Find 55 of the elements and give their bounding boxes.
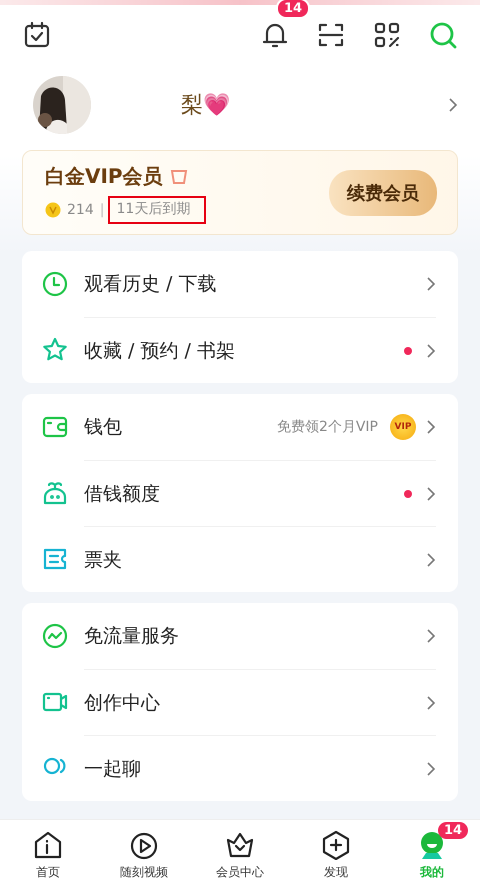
chevron-right-icon: [426, 760, 436, 776]
menu-label: 免流量服务: [84, 624, 180, 649]
menu-label: 借钱额度: [84, 482, 161, 506]
calendar-icon[interactable]: [22, 20, 52, 50]
chevron-right-icon: [426, 486, 436, 502]
nav-tab[interactable]: 发现: [288, 820, 384, 891]
menu-label: 一起聊: [84, 756, 142, 782]
menu-item[interactable]: 借钱额度: [22, 460, 458, 526]
chart-icon: [42, 623, 68, 649]
play-icon: [129, 830, 159, 860]
menu-item[interactable]: 创作中心: [22, 669, 458, 735]
menu-item[interactable]: 钱包 免费领2个月VIP VIP: [22, 394, 458, 460]
sprout-icon: [42, 480, 68, 506]
chevron-right-icon: [426, 342, 436, 358]
nav-tab[interactable]: 随刻视频: [96, 820, 192, 891]
tab-badge: 14: [438, 822, 468, 839]
chevron-right-icon: [426, 552, 436, 568]
nav-tab[interactable]: 我的 14: [384, 820, 480, 891]
nav-tab[interactable]: 首页: [0, 820, 96, 891]
menu-item[interactable]: 免流量服务: [22, 603, 458, 669]
menu-label: 收藏 / 预约 / 书架: [84, 338, 236, 364]
menu-label: 钱包: [84, 415, 123, 440]
renew-button[interactable]: 续费会员: [329, 170, 437, 216]
separator: |: [100, 202, 104, 218]
nav-tab[interactable]: 会员中心: [192, 820, 288, 891]
menu-label: 创作中心: [84, 690, 161, 716]
user-name[interactable]: 梨💗: [181, 90, 448, 120]
vip-title: 白金VIP会员: [45, 163, 163, 190]
expiry-text: 11天后到期: [110, 198, 204, 222]
promo-hint: 免费领2个月VIP: [276, 418, 378, 436]
level-icon: [168, 168, 189, 186]
chevron-right-icon: [426, 276, 436, 292]
crown-icon: [225, 830, 255, 860]
star-icon: [42, 337, 68, 363]
chevron-right-icon: [426, 628, 436, 644]
chevron-right-icon[interactable]: [448, 97, 458, 113]
wallet-icon: [42, 414, 68, 440]
notification-badge: 14: [276, 0, 310, 19]
ticket-icon: [42, 546, 68, 572]
menu-label: 票夹: [84, 548, 123, 572]
menu-item[interactable]: 票夹: [22, 526, 458, 592]
menu-item[interactable]: 观看历史 / 下载: [22, 251, 458, 317]
chevron-right-icon: [426, 694, 436, 710]
chevron-right-icon: [426, 419, 436, 435]
plus-icon: [321, 830, 351, 860]
menu-label: 观看历史 / 下载: [84, 272, 218, 297]
menu-item[interactable]: 一起聊: [22, 735, 458, 801]
points-value: 214: [67, 202, 94, 218]
qr-code-icon[interactable]: [372, 20, 402, 50]
vip-coin: VIP: [390, 414, 416, 440]
vip-card[interactable]: 白金VIP会员 214 | 11天后到期 续费会员: [22, 150, 458, 235]
coin-icon: [45, 202, 61, 218]
menu-item[interactable]: 收藏 / 预约 / 书架: [22, 317, 458, 383]
clock-icon: [42, 271, 68, 297]
home-icon: [33, 830, 63, 860]
